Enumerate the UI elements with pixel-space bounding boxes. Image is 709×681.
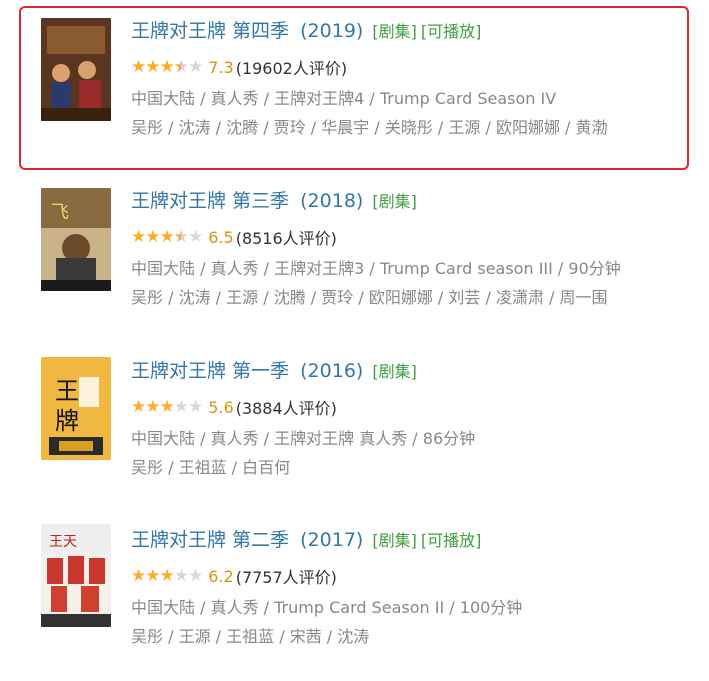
poster-image: 王天 xyxy=(41,524,111,627)
highlight-box xyxy=(19,6,689,170)
rating-count: (8516人评价) xyxy=(235,229,337,248)
rating-count: (3884人评价) xyxy=(235,399,337,418)
rating-score: 5.6 xyxy=(208,397,234,417)
svg-text:王天: 王天 xyxy=(49,534,77,550)
star-half-icon: ★ xyxy=(174,227,189,247)
rating-row: ★ ★ ★ ★ ★ 5.6 (3884人评价) xyxy=(131,396,691,418)
poster-thumbnail[interactable]: 王天 xyxy=(41,524,111,627)
star-full-icon: ★ xyxy=(145,227,160,247)
star-empty-icon: ★ xyxy=(188,566,203,586)
result-year: (2018) xyxy=(300,190,364,212)
result-cast: 吴彤 / 王源 / 王祖蓝 / 宋茜 / 沈涛 xyxy=(131,627,370,646)
result-info: 王牌对王牌 第一季 (2016) [剧集] ★ ★ ★ ★ ★ 5.6 (3884人评价… xyxy=(131,356,691,480)
result-info: 王牌对王牌 第三季 (2018) [剧集] ★★★★★ 6.5 (8516人评价… xyxy=(131,186,691,310)
rating-stars: ★ ★ ★ ★ ★ xyxy=(131,566,203,586)
rating-score: 6.2 xyxy=(208,566,234,586)
tag-series[interactable]: [剧集] xyxy=(372,531,417,550)
star-empty-icon: ★ xyxy=(188,227,203,247)
result-item: 王天 王牌对王牌 第二季 (2017) [剧集] [可播放] ★ ★ ★ ★ ★ 6.2 … xyxy=(0,521,709,681)
svg-text:飞: 飞 xyxy=(51,202,69,223)
star-full-icon: ★ xyxy=(159,397,175,417)
tag-playable[interactable]: [可播放] xyxy=(421,531,482,550)
result-item: 王牌 王牌对王牌 第一季 (2016) [剧集] ★ ★ ★ ★ ★ 5.6 (3884… xyxy=(0,352,709,512)
poster-thumbnail[interactable]: 飞 xyxy=(41,188,111,291)
star-full-icon: ★ xyxy=(145,397,160,417)
star-full-icon: ★ xyxy=(145,566,160,586)
star-full-icon: ★ xyxy=(159,566,175,586)
result-year: (2016) xyxy=(300,360,364,382)
star-empty-icon: ★ xyxy=(173,566,189,586)
result-year: (2017) xyxy=(300,529,364,551)
title-row: 王牌对王牌 第二季 (2017) [剧集] [可播放] xyxy=(131,525,691,555)
poster-image: 飞 xyxy=(41,188,111,291)
title-row: 王牌对王牌 第三季 (2018) [剧集] xyxy=(131,186,691,216)
poster-thumbnail[interactable]: 王牌 xyxy=(41,357,111,460)
result-meta: 中国大陆 / 真人秀 / Trump Card Season II / 100分… xyxy=(131,598,523,617)
rating-row: ★★★★★ 6.5 (8516人评价) xyxy=(131,226,691,248)
star-full-icon: ★ xyxy=(131,227,146,247)
svg-text:牌: 牌 xyxy=(55,407,79,435)
result-title-link[interactable]: 王牌对王牌 第三季 xyxy=(131,190,289,212)
rating-score: 6.5 xyxy=(208,227,234,247)
result-info: 王牌对王牌 第二季 (2017) [剧集] [可播放] ★ ★ ★ ★ ★ 6.2 (77… xyxy=(131,525,691,649)
poster-image: 王牌 xyxy=(41,357,111,460)
star-full-icon: ★ xyxy=(159,227,175,247)
star-empty-icon: ★ xyxy=(173,397,189,417)
result-item: 飞 王牌对王牌 第三季 (2018) [剧集] ★★★★★ 6.5 (8516人… xyxy=(0,182,709,342)
rating-row: ★ ★ ★ ★ ★ 6.2 (7757人评价) xyxy=(131,565,691,587)
tag-series[interactable]: [剧集] xyxy=(372,362,417,381)
rating-count: (7757人评价) xyxy=(235,568,337,587)
result-meta: 中国大陆 / 真人秀 / 王牌对王牌3 / Trump Card season … xyxy=(131,259,621,278)
star-full-icon: ★ xyxy=(131,566,146,586)
star-full-icon: ★ xyxy=(131,397,146,417)
rating-stars: ★ ★ ★ ★ ★ xyxy=(131,227,203,247)
result-title-link[interactable]: 王牌对王牌 第一季 xyxy=(131,360,289,382)
result-cast: 吴彤 / 沈涛 / 王源 / 沈腾 / 贾玲 / 欧阳娜娜 / 刘芸 / 凌潇肃… xyxy=(131,288,608,307)
tag-series[interactable]: [剧集] xyxy=(372,192,417,211)
star-empty-icon: ★ xyxy=(188,397,203,417)
rating-stars: ★ ★ ★ ★ ★ xyxy=(131,397,203,417)
result-meta: 中国大陆 / 真人秀 / 王牌对王牌 真人秀 / 86分钟 xyxy=(131,429,476,448)
result-title-link[interactable]: 王牌对王牌 第二季 xyxy=(131,529,289,551)
svg-text:王: 王 xyxy=(55,377,79,405)
title-row: 王牌对王牌 第一季 (2016) [剧集] xyxy=(131,356,691,386)
result-cast: 吴彤 / 王祖蓝 / 白百何 xyxy=(131,458,291,477)
